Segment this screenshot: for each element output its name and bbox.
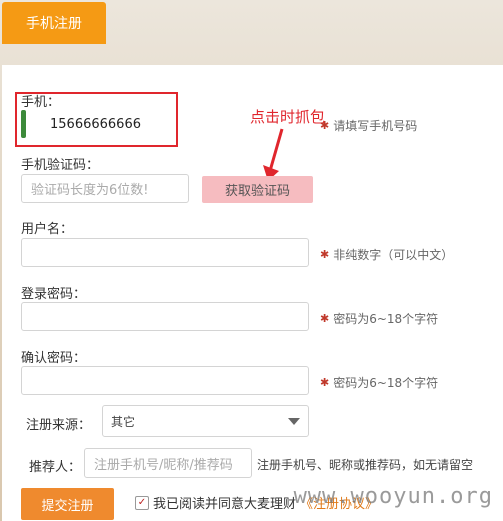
submit-register-button[interactable]: 提交注册 <box>21 488 114 520</box>
required-icon: ✱ <box>320 119 330 132</box>
source-selected: 其它 <box>111 414 136 429</box>
sms-code-input[interactable]: 验证码长度为6位数! <box>21 174 189 203</box>
password-input[interactable] <box>21 302 309 331</box>
annotation-highlight-box <box>15 92 178 147</box>
username-hint-text: 非纯数字（可以中文） <box>333 248 454 262</box>
referrer-input[interactable]: 注册手机号/昵称/推荐码 <box>84 448 252 478</box>
confirm-password-hint: ✱ 密码为6~18个字符 <box>320 374 438 391</box>
referrer-placeholder: 注册手机号/昵称/推荐码 <box>94 457 233 473</box>
confirm-password-label: 确认密码： <box>21 351 87 366</box>
source-label: 注册来源： <box>26 418 92 433</box>
sms-label: 手机验证码： <box>21 158 100 173</box>
confirm-password-input[interactable] <box>21 366 309 395</box>
username-label: 用户名： <box>21 222 74 237</box>
get-sms-code-button[interactable]: 获取验证码 <box>202 176 313 203</box>
password-label: 登录密码： <box>21 287 87 302</box>
password-hint: ✱ 密码为6~18个字符 <box>320 310 438 327</box>
phone-hint: ✱ 请填写手机号码 <box>320 117 417 134</box>
agree-checkbox[interactable]: ✓ <box>135 495 149 510</box>
referrer-label: 推荐人： <box>29 460 82 475</box>
phone-hint-text: 请填写手机号码 <box>333 119 418 133</box>
required-icon: ✱ <box>320 248 330 261</box>
sms-placeholder: 验证码长度为6位数! <box>31 183 149 198</box>
tab-phone-register[interactable]: 手机注册 <box>2 2 106 44</box>
agree-text: 我已阅读并同意大麦理财 <box>153 497 297 512</box>
required-icon: ✱ <box>320 376 330 389</box>
source-select[interactable]: 其它 <box>102 405 309 437</box>
confirm-password-hint-text: 密码为6~18个字符 <box>333 376 439 390</box>
chevron-down-icon <box>288 417 300 425</box>
annotation-text: 点击时抓包 <box>250 108 326 126</box>
register-form: 手机： 15666666666 点击时抓包 ✱ 请填写手机号码 手机验证码： 验… <box>2 65 503 521</box>
watermark: www.wooyun.org <box>293 484 493 509</box>
username-input[interactable] <box>21 238 309 267</box>
required-icon: ✱ <box>320 312 330 325</box>
username-hint: ✱ 非纯数字（可以中文） <box>320 246 453 263</box>
password-hint-text: 密码为6~18个字符 <box>333 312 439 326</box>
referrer-hint: 注册手机号、昵称或推荐码，如无请留空 <box>257 458 474 472</box>
